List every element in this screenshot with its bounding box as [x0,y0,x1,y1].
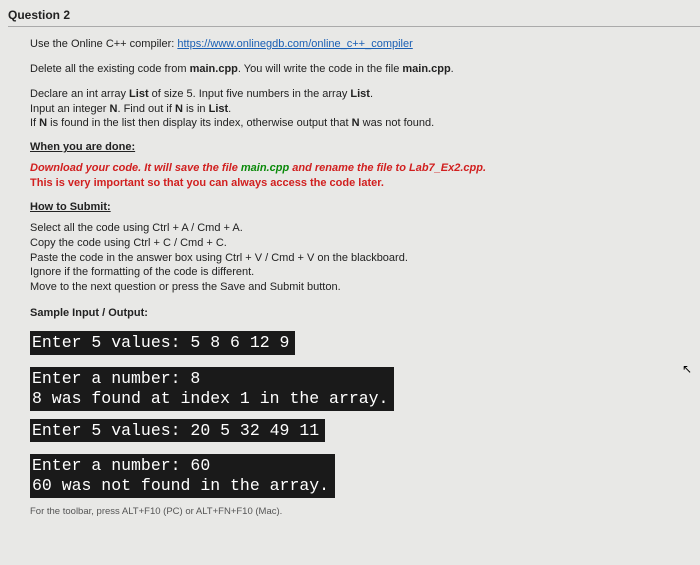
cursor-icon: ↖ [682,362,692,376]
download-block: Download your code. It will save the fil… [30,161,680,191]
when-done-head: When you are done: [30,141,680,153]
intro-prefix: Use the Online C++ compiler: [30,38,177,50]
term-sub: 60 was not found in the array. [32,476,329,496]
question-header: Question 2 [8,8,700,22]
download-l1: Download your code. It will save the fil… [30,161,680,176]
terminal-output: Enter 5 values: 5 8 6 12 9 Enter a numbe… [30,331,680,498]
list: List [350,88,370,100]
text: and rename the file to [289,162,409,174]
delete-line: Delete all the existing code from main.c… [30,62,680,77]
term-line: Enter a number: 60 60 was not found in t… [30,454,335,498]
term-sub: 8 was found at index 1 in the array. [32,389,388,409]
term-line: Enter a number: 8 8 was found at index 1… [30,367,394,411]
text: . [451,63,454,75]
text: Download your code. It will save the fil… [30,162,241,174]
declare-l3: If N is found in the list then display i… [30,116,680,131]
text: . [483,162,486,174]
text: . You will write the code in the file [238,63,402,75]
text: . [370,88,373,100]
toolbar-hint: For the toolbar, press ALT+F10 (PC) or A… [30,506,680,517]
submit-steps: Select all the code using Ctrl + A / Cmd… [30,221,680,295]
text: . [228,103,231,115]
file-main1: main.cpp [190,63,238,75]
text: of size 5. Input five numbers in the arr… [149,88,351,100]
declare-l2: Input an integer N. Find out if N is in … [30,102,680,117]
n: N [39,117,47,129]
n: N [175,103,183,115]
compiler-link[interactable]: https://www.onlinegdb.com/online_c++_com… [177,38,412,50]
text: . Find out if [117,103,174,115]
step: Move to the next question or press the S… [30,280,680,295]
step: Ignore if the formatting of the code is … [30,265,680,280]
term-sub: Enter a number: 60 [32,456,329,476]
list: List [209,103,229,115]
n: N [352,117,360,129]
term-sub: Enter a number: 8 [32,369,388,389]
divider [8,26,700,27]
text: is found in the list then display its in… [47,117,352,129]
text: Delete all the existing code from [30,63,190,75]
text: was not found. [360,117,435,129]
intro-line: Use the Online C++ compiler: https://www… [30,37,680,52]
sample-io-head: Sample Input / Output: [30,307,680,319]
step: Select all the code using Ctrl + A / Cmd… [30,221,680,236]
text: Declare an int array [30,88,129,100]
text: Input an integer [30,103,110,115]
declare-l1: Declare an int array List of size 5. Inp… [30,87,680,102]
list: List [129,88,149,100]
declare-block: Declare an int array List of size 5. Inp… [30,87,680,132]
term-line: Enter 5 values: 5 8 6 12 9 [30,331,295,355]
text: If [30,117,39,129]
step: Copy the code using Ctrl + C / Cmd + C. [30,236,680,251]
question-content: Use the Online C++ compiler: https://www… [8,37,700,517]
text: is in [183,103,209,115]
file-main2: main.cpp [402,63,450,75]
download-l2: This is very important so that you can a… [30,176,680,191]
term-line: Enter 5 values: 20 5 32 49 11 [30,419,325,443]
lab-file: Lab7_Ex2.cpp [409,162,483,174]
maincpp: main.cpp [241,162,289,174]
how-submit-head: How to Submit: [30,201,680,213]
step: Paste the code in the answer box using C… [30,251,680,266]
